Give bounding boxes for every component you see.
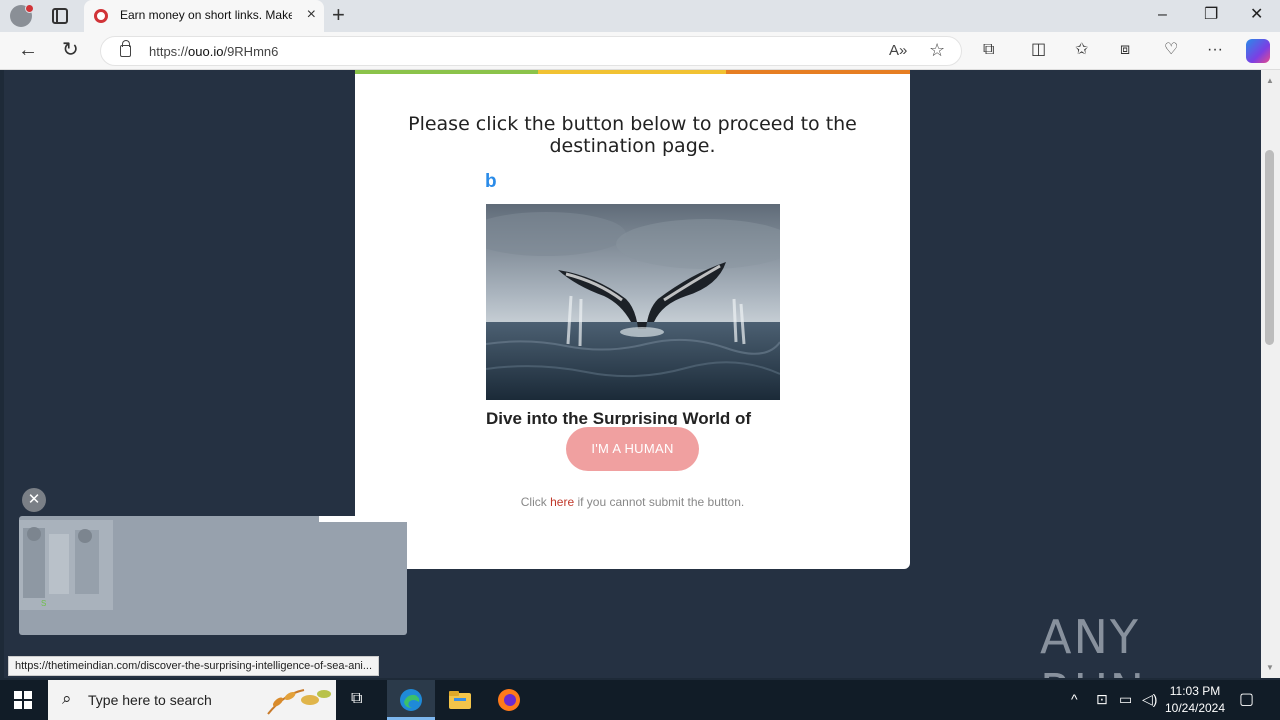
restore-icon[interactable]: ❐: [1204, 6, 1218, 24]
page-viewport: Please click the button below to proceed…: [4, 70, 1261, 678]
taskbar-search[interactable]: ⌕ Type here to search: [48, 680, 336, 720]
clock[interactable]: 11:03 PM 10/24/2024: [1162, 683, 1228, 717]
url-text[interactable]: https://ouo.io/9RHmn6: [149, 44, 278, 59]
meet-now-icon[interactable]: ⊡: [1096, 691, 1108, 708]
browser-essentials-icon[interactable]: ♡: [1164, 40, 1178, 60]
ad-title[interactable]: Dive into the Surprising World of: [486, 408, 786, 425]
edge-taskbar-button[interactable]: [387, 680, 435, 720]
browser-toolbar: ← ↻ https://ouo.io/9RHmn6 A» ☆ ⧉ ◫ ✩ ⧈ ♡…: [0, 32, 1280, 70]
search-icon: ⌕: [62, 689, 72, 708]
favicon-icon: [94, 9, 108, 23]
tab-title: Earn money on short links. Make: [120, 8, 292, 22]
anyrun-watermark: ANY RUN: [1040, 610, 1144, 678]
network-icon[interactable]: ▭: [1119, 691, 1132, 708]
fallback-note: Click here if you cannot submit the butt…: [520, 495, 745, 509]
title-bar: Earn money on short links. Make × + – ❐ …: [0, 0, 1280, 32]
copilot-icon[interactable]: [1246, 39, 1270, 63]
back-icon[interactable]: ←: [18, 39, 38, 61]
vertical-scrollbar[interactable]: ▲ ▼: [1261, 70, 1280, 678]
close-tab-icon[interactable]: ×: [307, 7, 316, 23]
windows-start-icon[interactable]: [14, 691, 32, 709]
address-bar[interactable]: https://ouo.io/9RHmn6 A» ☆: [100, 36, 962, 66]
refresh-icon[interactable]: ↻: [62, 39, 79, 61]
read-aloud-icon[interactable]: A»: [889, 42, 907, 59]
favorites-icon[interactable]: ✩: [1075, 40, 1088, 60]
close-ad-icon[interactable]: ✕: [22, 488, 46, 512]
task-view-icon[interactable]: ⧉: [351, 690, 362, 708]
status-link-url: https://thetimeindian.com/discover-the-s…: [8, 656, 380, 676]
extensions-icon[interactable]: ⧉: [983, 40, 994, 60]
main-card: Please click the button below to proceed…: [355, 70, 910, 569]
scroll-up-icon[interactable]: ▲: [1266, 76, 1274, 85]
show-hidden-icons[interactable]: ^: [1071, 691, 1078, 707]
stripe-orange: [726, 70, 910, 74]
ad-whale-image[interactable]: [486, 204, 780, 400]
firefox-icon[interactable]: [497, 688, 521, 712]
here-link[interactable]: here: [550, 495, 574, 509]
stripe-green: [355, 70, 538, 74]
collections-icon[interactable]: ⧈: [1120, 40, 1130, 60]
ad-thumbnail-image[interactable]: S: [19, 520, 113, 610]
autumn-leaves-icon: [267, 689, 331, 715]
lock-icon[interactable]: [120, 40, 131, 57]
close-window-icon[interactable]: ✕: [1250, 6, 1263, 24]
new-tab-icon[interactable]: +: [332, 4, 345, 26]
search-placeholder: Type here to search: [88, 692, 212, 708]
notifications-icon[interactable]: ▢: [1239, 689, 1254, 709]
scroll-thumb[interactable]: [1265, 150, 1274, 345]
taskbar: ⌕ Type here to search ⧉ ^ ⊡ ▭ ◁) 11:03 P…: [0, 680, 1280, 720]
favorite-star-icon[interactable]: ☆: [929, 40, 945, 61]
clock-date: 10/24/2024: [1164, 701, 1226, 715]
more-menu-icon[interactable]: ···: [1207, 40, 1223, 60]
scroll-down-icon[interactable]: ▼: [1266, 663, 1274, 672]
ad-logo-icon[interactable]: b: [485, 171, 497, 193]
split-screen-icon[interactable]: ◫: [1031, 40, 1046, 60]
browser-tab[interactable]: Earn money on short links. Make ×: [84, 0, 324, 32]
profile-avatar[interactable]: [10, 4, 34, 27]
edge-icon: [400, 689, 422, 711]
volume-icon[interactable]: ◁): [1142, 691, 1157, 708]
clock-time: 11:03 PM: [1169, 684, 1221, 698]
stripe-yellow: [538, 70, 726, 74]
svg-text:S: S: [41, 599, 46, 608]
minimize-icon[interactable]: –: [1158, 6, 1167, 24]
im-a-human-button[interactable]: I'M A HUMAN: [566, 427, 699, 471]
file-explorer-icon[interactable]: [448, 688, 472, 712]
ad-edge: [319, 516, 407, 522]
tab-actions-icon[interactable]: [52, 8, 68, 24]
floating-ad[interactable]: S: [19, 516, 407, 635]
page-heading: Please click the button below to proceed…: [408, 113, 857, 157]
